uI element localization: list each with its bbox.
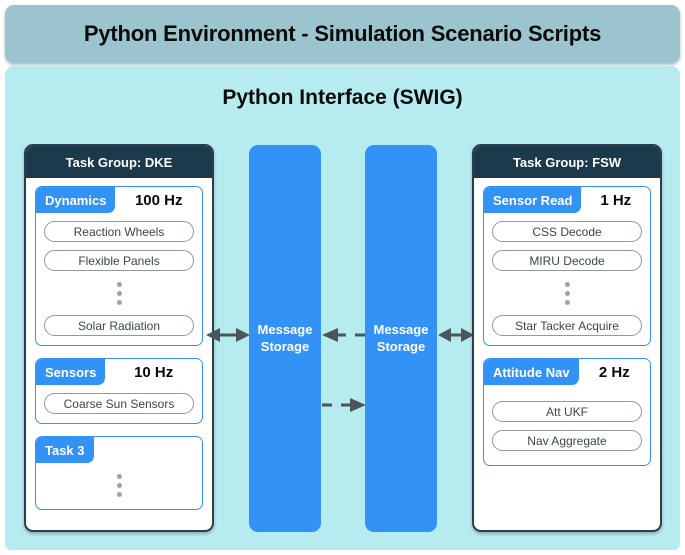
dot [116, 282, 122, 287]
task-card-sensors-name: Sensors [36, 359, 106, 385]
python-interface-title: Python Interface (SWIG) [222, 86, 463, 109]
task-item[interactable]: Reaction Wheels [44, 221, 194, 242]
task-card-task-3[interactable]: Task 3 [35, 436, 203, 510]
dot [564, 300, 570, 305]
task-card-attitude-nav[interactable]: Attitude Nav 2 Hz Att UKF Nav Aggregate [483, 358, 651, 466]
task-card-sensor-read-name: Sensor Read [484, 187, 582, 213]
task-card-sensors-header: Sensors 10 Hz [36, 359, 202, 385]
task-card-sensors[interactable]: Sensors 10 Hz Coarse Sun Sensors [35, 358, 203, 424]
task-card-attitude-nav-body: Att UKF Nav Aggregate [484, 385, 650, 465]
dot [116, 474, 122, 479]
task-card-task-3-name: Task 3 [36, 437, 94, 463]
arrow-message-storage-to-fsw [438, 325, 474, 345]
task-group-dke: Task Group: DKE Dynamics 100 Hz Reaction… [24, 144, 214, 532]
task-card-task-3-header: Task 3 [36, 437, 202, 463]
ellipsis-dots-icon [116, 472, 122, 499]
task-card-attitude-nav-name: Attitude Nav [484, 359, 579, 385]
message-storage-left[interactable]: Message Storage [249, 145, 321, 532]
task-card-sensors-rate: 10 Hz [134, 363, 174, 381]
task-card-sensor-read-header: Sensor Read 1 Hz [484, 187, 650, 213]
task-card-dynamics-header: Dynamics 100 Hz [36, 187, 202, 213]
task-card-attitude-nav-rate: 2 Hz [598, 363, 630, 381]
task-card-dynamics-name: Dynamics [36, 187, 116, 213]
task-card-dynamics-rate: 100 Hz [134, 191, 183, 209]
task-item[interactable]: MIRU Decode [492, 250, 642, 271]
task-item[interactable]: CSS Decode [492, 221, 642, 242]
task-card-attitude-nav-header: Attitude Nav 2 Hz [484, 359, 650, 385]
task-card-sensor-read-rate: 1 Hz [600, 191, 632, 209]
arrow-storage-to-storage-lower [322, 395, 366, 415]
dot [116, 291, 122, 296]
task-item[interactable]: Coarse Sun Sensors [44, 393, 194, 414]
dot [564, 282, 570, 287]
task-group-fsw-header: Task Group: FSW [474, 146, 660, 178]
dot [564, 291, 570, 296]
task-item[interactable]: Att UKF [492, 401, 642, 422]
task-item[interactable]: Flexible Panels [44, 250, 194, 271]
task-group-dke-header-label: Task Group: DKE [65, 154, 173, 170]
arrow-dke-to-message-storage [206, 325, 250, 345]
task-card-sensor-read[interactable]: Sensor Read 1 Hz CSS Decode MIRU Decode … [483, 186, 651, 346]
task-card-sensors-body: Coarse Sun Sensors [36, 385, 202, 423]
architecture-diagram: Python Environment - Simulation Scenario… [0, 0, 685, 555]
task-card-dynamics[interactable]: Dynamics 100 Hz Reaction Wheels Flexible… [35, 186, 203, 346]
task-card-task-3-rate [94, 437, 202, 463]
task-group-dke-header: Task Group: DKE [26, 146, 212, 178]
title-bar: Python Environment - Simulation Scenario… [5, 5, 680, 63]
task-group-fsw-header-label: Task Group: FSW [512, 154, 622, 170]
task-group-fsw: Task Group: FSW Sensor Read 1 Hz CSS Dec… [472, 144, 662, 532]
task-card-sensor-read-body: CSS Decode MIRU Decode Star Tacker Acqui… [484, 213, 650, 345]
task-group-fsw-body: Sensor Read 1 Hz CSS Decode MIRU Decode … [474, 178, 660, 475]
task-item[interactable]: Star Tacker Acquire [492, 315, 642, 336]
message-storage-right-label: Message Storage [373, 322, 429, 354]
dot [116, 483, 122, 488]
task-item[interactable]: Solar Radiation [44, 315, 194, 336]
dot [116, 300, 122, 305]
dot [116, 492, 122, 497]
ellipsis-dots-icon [564, 280, 570, 307]
task-card-dynamics-body: Reaction Wheels Flexible Panels Solar Ra… [36, 213, 202, 345]
task-group-dke-body: Dynamics 100 Hz Reaction Wheels Flexible… [26, 178, 212, 519]
arrow-storage-to-storage-upper [322, 325, 366, 345]
message-storage-left-label: Message Storage [257, 322, 313, 354]
message-storage-right[interactable]: Message Storage [365, 145, 437, 532]
title-bar-text: Python Environment - Simulation Scenario… [83, 21, 602, 46]
task-card-task-3-body [36, 463, 202, 509]
task-item[interactable]: Nav Aggregate [492, 430, 642, 451]
ellipsis-dots-icon [116, 280, 122, 307]
